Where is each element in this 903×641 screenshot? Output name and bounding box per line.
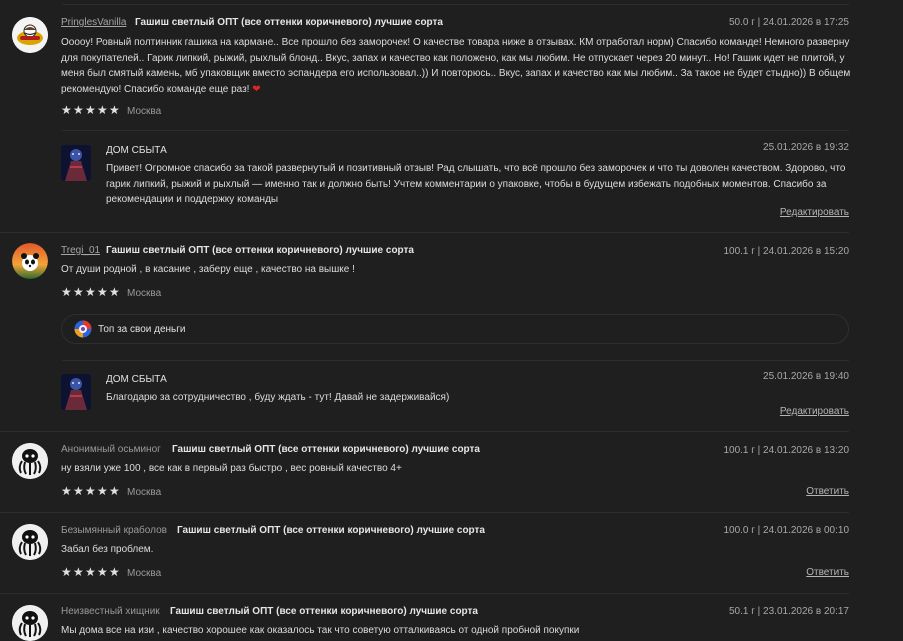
review-product[interactable]: Гашиш светлый ОПТ (все оттенки коричнево… — [106, 245, 414, 256]
review-city: Москва — [127, 106, 162, 117]
review-author: Анонимный осьминог — [61, 444, 161, 455]
reviews-feed: PringlesVanilla Гашиш светлый ОПТ (все о… — [0, 0, 903, 641]
reply-button[interactable]: Ответить — [806, 486, 849, 497]
star-icon: ★ — [85, 103, 96, 117]
review-text: От души родной , в касание , заберу еще … — [61, 264, 355, 275]
star-icon: ★ — [97, 103, 108, 117]
review-product[interactable]: Гашиш светлый ОПТ (все оттенки коричнево… — [172, 444, 480, 455]
review-text: Забал без проблем. — [61, 544, 154, 555]
rating-stars: ★ ★ ★ ★ ★ — [61, 565, 120, 579]
reply-text: Привет! Огромное спасибо за такой развер… — [106, 163, 846, 205]
reply-author: ДОМ СБЫТА — [106, 374, 167, 385]
shop-logo-icon — [61, 374, 91, 410]
star-icon: ★ — [109, 484, 120, 498]
review-city: Москва — [127, 288, 162, 299]
review-product[interactable]: Гашиш светлый ОПТ (все оттенки коричнево… — [170, 606, 478, 617]
star-icon: ★ — [73, 484, 84, 498]
user-avatar[interactable] — [12, 524, 48, 560]
star-icon: ★ — [109, 103, 120, 117]
divider — [0, 512, 849, 513]
review-city: Москва — [127, 487, 162, 498]
review-author: Неизвестный хищник — [61, 606, 160, 617]
star-icon: ★ — [73, 103, 84, 117]
star-icon: ★ — [61, 565, 72, 579]
star-icon: ★ — [73, 285, 84, 299]
user-avatar[interactable] — [12, 443, 48, 479]
review-meta: 100.1 г | 24.01.2026 в 13:20 — [723, 445, 849, 456]
star-icon: ★ — [97, 484, 108, 498]
divider — [0, 232, 849, 233]
star-icon: ★ — [85, 565, 96, 579]
reply-author: ДОМ СБЫТА — [106, 145, 167, 156]
reply-text: Благодарю за сотрудничество , буду ждать… — [106, 392, 450, 403]
star-icon: ★ — [61, 484, 72, 498]
star-icon: ★ — [109, 565, 120, 579]
swirl-badge-icon — [74, 320, 92, 338]
review-author: Безымянный краболов — [61, 525, 167, 536]
reply-date: 25.01.2026 в 19:40 — [763, 371, 849, 382]
reply-button[interactable]: Ответить — [806, 567, 849, 578]
divider — [0, 593, 849, 594]
panda-sunset-icon — [12, 243, 48, 279]
review-product[interactable]: Гашиш светлый ОПТ (все оттенки коричнево… — [177, 525, 485, 536]
review-author[interactable]: Tregi_01 — [61, 245, 100, 256]
star-icon: ★ — [61, 103, 72, 117]
user-avatar[interactable] — [12, 17, 48, 53]
review-city: Москва — [127, 568, 162, 579]
user-avatar[interactable] — [12, 605, 48, 641]
star-icon: ★ — [109, 285, 120, 299]
pringles-logo-icon — [12, 17, 48, 53]
star-icon: ★ — [85, 484, 96, 498]
rating-stars: ★ ★ ★ ★ ★ — [61, 103, 120, 117]
badge-label: Топ за свои деньги — [98, 323, 186, 335]
star-icon: ★ — [73, 565, 84, 579]
review-text: ну взяли уже 100 , все как в первый раз … — [61, 463, 402, 474]
review-product[interactable]: Гашиш светлый ОПТ (все оттенки коричнево… — [135, 17, 443, 28]
review-text: Мы дома все на изи , качество хорошее ка… — [61, 625, 580, 636]
star-icon: ★ — [97, 285, 108, 299]
review-meta: 50.1 г | 23.01.2026 в 20:17 — [729, 606, 849, 617]
review-meta: 100.1 г | 24.01.2026 в 15:20 — [723, 246, 849, 257]
octopus-icon — [12, 443, 48, 479]
divider — [0, 431, 849, 432]
shop-avatar — [61, 145, 91, 181]
review-meta: 100.0 г | 24.01.2026 в 00:10 — [723, 525, 849, 536]
divider — [62, 360, 849, 361]
review-badge: Топ за свои деньги — [61, 314, 849, 344]
star-icon: ★ — [97, 565, 108, 579]
divider — [62, 130, 849, 131]
review-author[interactable]: PringlesVanilla — [61, 17, 126, 28]
edit-reply-button[interactable]: Редактировать — [780, 406, 849, 417]
shop-avatar — [61, 374, 91, 410]
star-icon: ★ — [85, 285, 96, 299]
octopus-icon — [12, 524, 48, 560]
edit-reply-button[interactable]: Редактировать — [780, 207, 849, 218]
rating-stars: ★ ★ ★ ★ ★ — [61, 484, 120, 498]
divider — [62, 4, 849, 5]
reply-date: 25.01.2026 в 19:32 — [763, 142, 849, 153]
star-icon: ★ — [61, 285, 72, 299]
user-avatar[interactable] — [12, 243, 48, 279]
review-meta: 50.0 г | 24.01.2026 в 17:25 — [729, 17, 849, 28]
octopus-icon — [12, 605, 48, 641]
heart-icon: ❤ — [252, 83, 261, 95]
shop-logo-icon — [61, 145, 91, 181]
rating-stars: ★ ★ ★ ★ ★ — [61, 285, 120, 299]
review-text: Ооооу! Ровный полтинник гашика на карман… — [61, 37, 851, 95]
